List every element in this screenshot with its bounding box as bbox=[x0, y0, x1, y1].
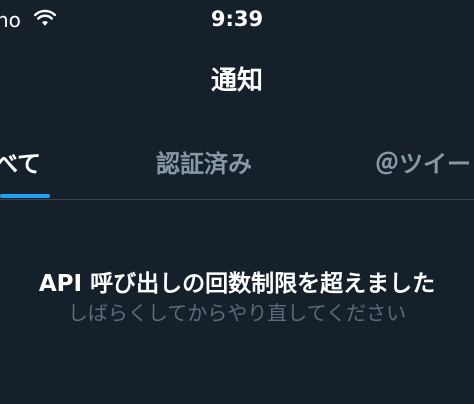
rate-limit-error-subtitle: しばらくしてからやり直してください bbox=[67, 301, 407, 325]
active-tab-indicator bbox=[0, 194, 50, 198]
tab-mentions[interactable]: ＠ツイー bbox=[375, 144, 471, 179]
notifications-screen: no 9:39 通知 べて 認証済み ＠ツイー API 呼び出しの回数制限を超え… bbox=[0, 0, 474, 404]
rate-limit-error-title: API 呼び出しの回数制限を超えました bbox=[38, 271, 436, 297]
notification-tabs: べて 認証済み ＠ツイー bbox=[0, 138, 474, 200]
page-title: 通知 bbox=[210, 66, 263, 96]
status-time: 9:39 bbox=[210, 7, 264, 31]
tab-verified[interactable]: 認証済み bbox=[156, 144, 252, 179]
status-bar: no 9:39 bbox=[0, 0, 474, 40]
tab-all[interactable]: べて bbox=[0, 144, 41, 179]
tab-divider bbox=[0, 199, 474, 200]
